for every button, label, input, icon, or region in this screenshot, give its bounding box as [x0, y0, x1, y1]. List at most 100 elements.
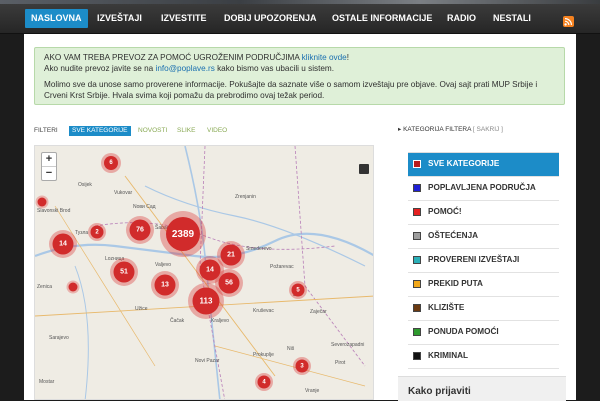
hide-filter-link[interactable]: [ SAKRIJ ] — [473, 126, 503, 133]
cluster-count: 56 — [218, 272, 240, 294]
map-label: Osijek — [78, 182, 92, 188]
map-label: Novi Pazar — [195, 358, 220, 364]
how-to-report-title: Kako prijaviti — [408, 386, 471, 397]
map-label: Sarajevo — [49, 335, 69, 341]
cluster-count: 113 — [192, 287, 220, 315]
category-filter-title: KATEGORIJA FILTERA — [403, 126, 472, 133]
cluster-count: 2389 — [166, 217, 200, 251]
category-label: SVE KATEGORIJE — [428, 159, 500, 168]
category-item[interactable]: PREKID PUTA — [408, 273, 559, 297]
cluster-count: 14 — [52, 233, 74, 255]
map-cluster[interactable]: 14 — [49, 230, 77, 258]
map-label: Тузла — [75, 230, 89, 236]
category-label: PREKID PUTA — [428, 279, 483, 288]
cluster-count: 5 — [291, 283, 305, 297]
map-cluster[interactable]: 3 — [293, 357, 311, 375]
page-content: AKO VAM TREBA PREVOZ ZA POMOĆ UGROŽENIM … — [24, 34, 576, 401]
cluster-count: 6 — [104, 156, 118, 170]
category-label: PROVERENI IZVEŠTAJI — [428, 255, 520, 264]
category-swatch — [413, 328, 421, 336]
category-swatch — [413, 184, 421, 192]
zoom-control: + − — [41, 152, 57, 181]
filter-images[interactable]: SLIKE — [174, 126, 198, 136]
category-label: OŠTEĆENJA — [428, 231, 479, 240]
main-navigation: NASLOVNA IZVEŠTAJI IZVESTITE DOBIJ UPOZO… — [0, 4, 600, 34]
nav-item-ostale-informacije[interactable]: OSTALE INFORMACIJE — [326, 9, 438, 28]
map-cluster[interactable]: 13 — [151, 271, 179, 299]
map-label: Nови Сад — [133, 204, 156, 210]
map-label: Vukovar — [114, 190, 133, 196]
map-label: Zaječar — [310, 309, 327, 315]
category-item[interactable]: PROVERENI IZVEŠTAJI — [408, 249, 559, 273]
category-filter-heading: ▸ KATEGORIJA FILTERA [ SAKRIJ ] — [398, 125, 503, 133]
category-label: POPLAVLJENA PODRUČJA — [428, 183, 536, 192]
category-swatch — [413, 232, 421, 240]
map-label: Zenica — [37, 284, 53, 290]
reports-map[interactable]: Osijek Vukovar Nови Сад Zrenjanin Slavon… — [34, 145, 374, 400]
alert-text: AKO VAM TREBA PREVOZ ZA POMOĆ UGROŽENIM … — [44, 53, 302, 62]
map-label: Požarevac — [270, 264, 294, 270]
map-cluster[interactable]: 51 — [110, 258, 138, 286]
map-label: Kruševac — [253, 308, 274, 314]
map-label: Valjevo — [155, 262, 172, 268]
category-label: KLIZIŠTE — [428, 303, 465, 312]
filter-label: FILTERI — [34, 127, 58, 134]
nav-item-dobij-upozorenja[interactable]: DOBIJ UPOZORENJA — [218, 9, 323, 28]
cluster-count: 13 — [154, 274, 176, 296]
map-label: Kraljevo — [211, 318, 230, 324]
cluster-count: 2 — [90, 225, 104, 239]
category-item[interactable]: KRIMINAL — [408, 345, 559, 369]
filter-video[interactable]: VIDEO — [204, 126, 230, 136]
category-list: SVE KATEGORIJE POPLAVLJENA PODRUČJA POMO… — [408, 152, 559, 369]
category-item[interactable]: POMOĆ! — [408, 201, 559, 225]
category-item[interactable]: SVE KATEGORIJE — [408, 153, 559, 177]
map-cluster[interactable]: 76 — [126, 216, 154, 244]
nav-item-radio[interactable]: RADIO — [441, 9, 482, 28]
email-link[interactable]: info@poplave.rs — [156, 64, 215, 73]
zoom-in-button[interactable]: + — [42, 153, 56, 167]
map-marker[interactable] — [37, 197, 47, 207]
map-cluster[interactable]: 113 — [188, 283, 224, 319]
alert-line-1: AKO VAM TREBA PREVOZ ZA POMOĆ UGROŽENIM … — [44, 53, 555, 64]
category-label: POMOĆ! — [428, 207, 462, 216]
category-label: KRIMINAL — [428, 351, 469, 360]
cluster-count: 76 — [129, 219, 151, 241]
category-swatch — [413, 304, 421, 312]
alert-line-2: Ako nudite prevoz javite se na info@popl… — [44, 64, 555, 75]
rss-icon[interactable] — [563, 16, 574, 27]
category-item[interactable]: KLIZIŠTE — [408, 297, 559, 321]
map-label: Mostar — [39, 379, 55, 385]
map-label: Pirot — [335, 360, 346, 366]
nav-item-naslovna[interactable]: NASLOVNA — [25, 9, 88, 28]
category-swatch — [413, 160, 421, 168]
map-label: Slavonski Brod — [37, 208, 71, 214]
map-marker[interactable] — [68, 282, 78, 292]
map-cluster[interactable]: 4 — [255, 373, 273, 391]
category-item[interactable]: POPLAVLJENA PODRUČJA — [408, 177, 559, 201]
cluster-count: 51 — [113, 261, 135, 283]
map-label: Čačak — [170, 318, 185, 324]
category-item[interactable]: PONUDA POMOĆI — [408, 321, 559, 345]
map-label: Severozapadni — [331, 342, 365, 348]
map-cluster[interactable]: 2389 — [160, 211, 206, 257]
filter-all-categories[interactable]: SVE KATEGORIJE — [69, 126, 131, 136]
alert-text: Ako nudite prevoz javite se na — [44, 63, 156, 73]
cluster-count: 3 — [295, 359, 309, 373]
layers-icon[interactable] — [359, 164, 369, 174]
nav-item-izvestite[interactable]: IZVESTITE — [155, 9, 213, 28]
map-label: Niš — [287, 346, 295, 352]
nav-item-izvestaji[interactable]: IZVEŠTAJI — [91, 9, 148, 28]
map-cluster[interactable]: 6 — [101, 153, 121, 173]
nav-item-nestali[interactable]: NESTALI — [487, 9, 537, 28]
filter-news[interactable]: NOVOSTI — [135, 126, 170, 136]
transport-link[interactable]: kliknite ovde — [302, 53, 347, 62]
cluster-count: 21 — [220, 244, 242, 266]
map-cluster[interactable]: 5 — [289, 281, 307, 299]
category-item[interactable]: OŠTEĆENJA — [408, 225, 559, 249]
map-cluster[interactable]: 2 — [88, 223, 106, 241]
zoom-out-button[interactable]: − — [42, 167, 56, 180]
category-swatch — [413, 352, 421, 360]
alert-text: kako bismo vas ubacili u sistem. — [214, 63, 335, 73]
alert-paragraph-2: Molimo sve da unose samo proverene infor… — [44, 80, 538, 100]
cluster-count: 4 — [257, 375, 271, 389]
